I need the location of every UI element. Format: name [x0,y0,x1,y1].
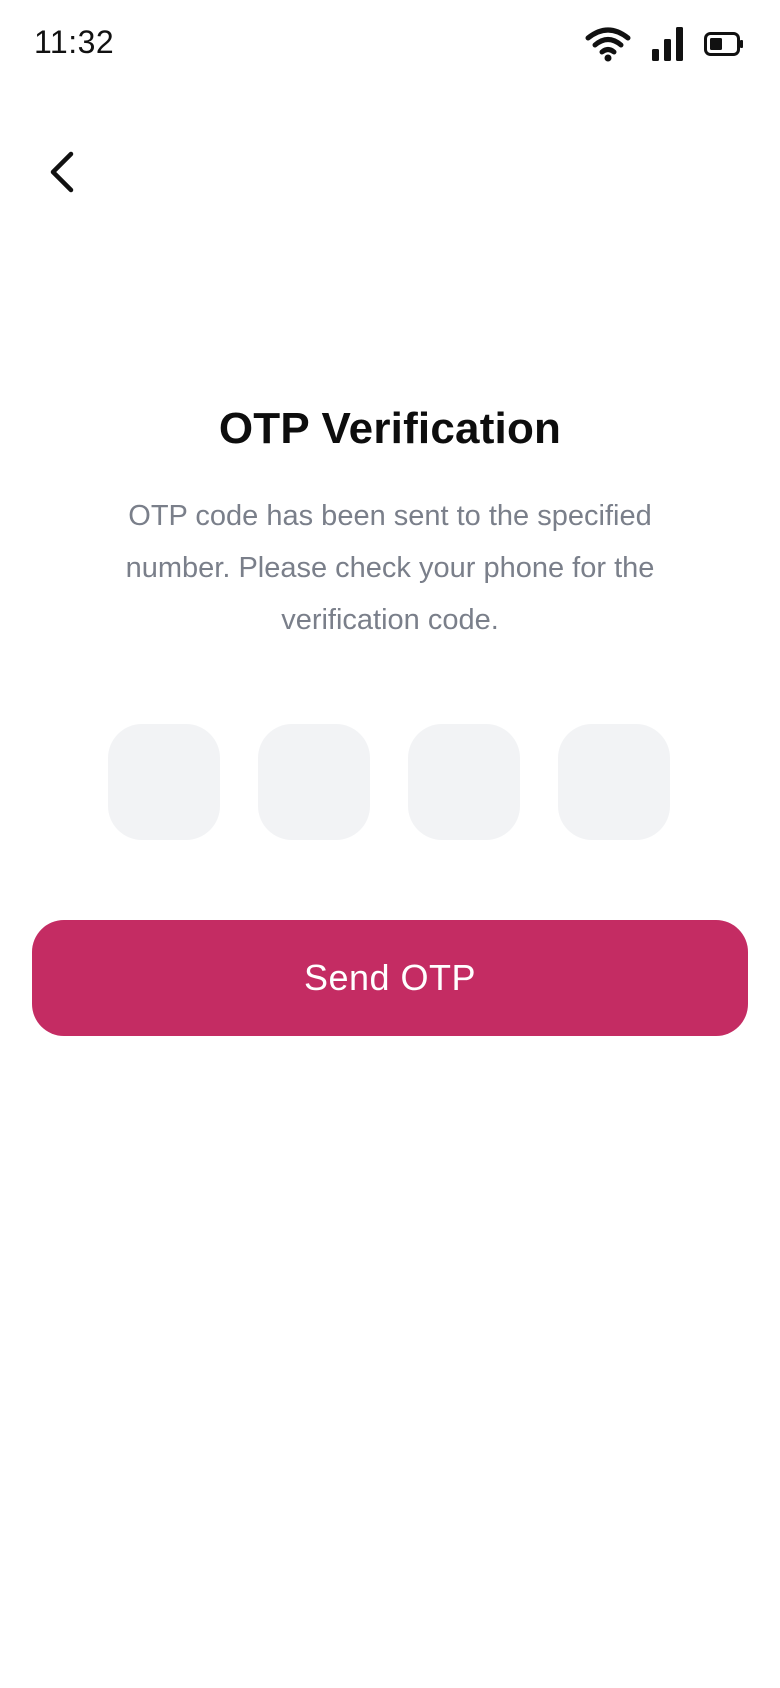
otp-input-group [108,724,670,840]
wifi-icon [584,26,632,62]
otp-verification-screen: 11:32 OTP Verification OTP code has been… [0,0,780,1688]
send-otp-button[interactable]: Send OTP [32,920,748,1036]
back-button[interactable] [36,148,88,200]
otp-digit-4-field[interactable] [558,724,670,840]
status-bar: 11:32 [0,0,780,90]
chevron-left-icon [45,150,79,199]
otp-digit-3-field[interactable] [408,724,520,840]
status-time: 11:32 [34,24,115,60]
signal-icon [652,27,684,61]
battery-icon [704,32,744,56]
status-icons [584,26,744,62]
page-title: OTP Verification [218,404,562,453]
otp-digit-1-field[interactable] [108,724,220,840]
otp-digit-2-field[interactable] [258,724,370,840]
otp-description: OTP code has been sent to the specified … [125,500,655,636]
